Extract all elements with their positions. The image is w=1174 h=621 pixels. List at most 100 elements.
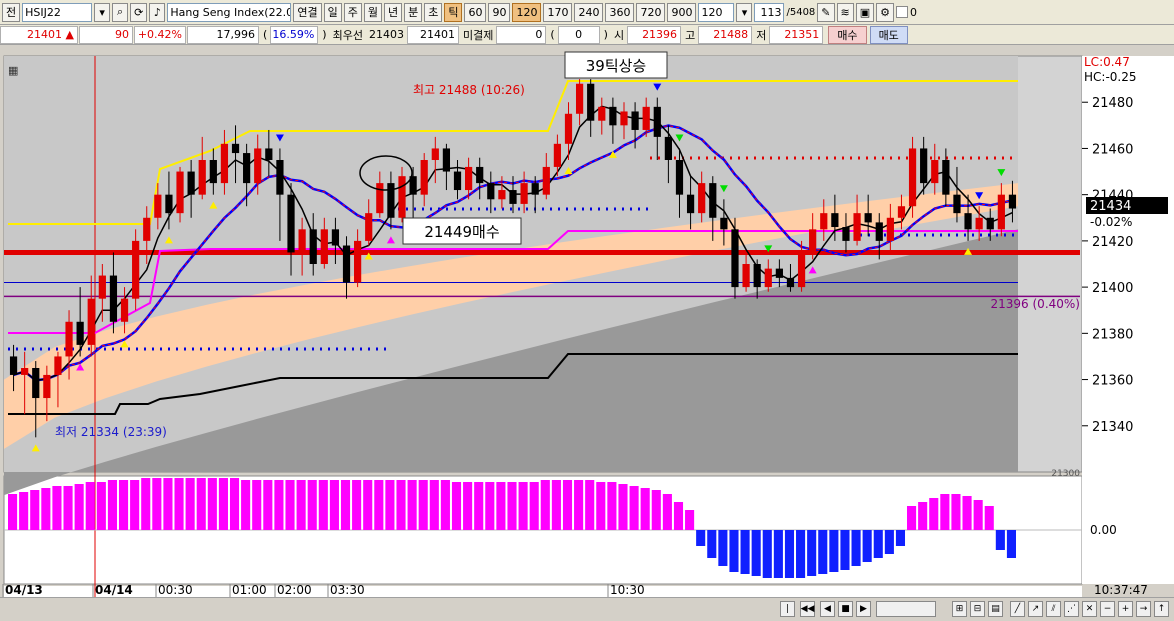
draw-channel-icon[interactable]: ⫽ [1046, 601, 1061, 617]
nav-scroll-bar[interactable] [876, 601, 936, 617]
symbol-input[interactable]: HSIJ22 [22, 2, 93, 22]
settings-icon[interactable]: ⚙ [876, 2, 895, 22]
nav-prev-page-icon[interactable]: ◀◀ [800, 601, 815, 617]
candle-body [32, 368, 40, 399]
candle-body [908, 148, 917, 207]
candle-body [864, 213, 872, 223]
tick-90[interactable]: 90 [488, 2, 511, 22]
candle-body [820, 213, 828, 230]
nav-prev-icon[interactable]: ◀ [820, 601, 835, 617]
candle-body [453, 171, 462, 191]
osc-bar [784, 530, 795, 578]
candle-body [786, 277, 795, 288]
candle-body [265, 148, 273, 160]
y-tick-label: 21420 [1092, 235, 1133, 250]
current-price-tag-text: 21434 [1090, 199, 1131, 214]
plus-icon[interactable]: + [1118, 601, 1133, 617]
osc-bar [74, 484, 84, 530]
candle-body [498, 190, 506, 200]
tick-120[interactable]: 120 [512, 2, 542, 22]
candle-body [298, 229, 306, 253]
period-button-0[interactable]: 연결 [293, 2, 322, 22]
period-button-2[interactable]: 주 [343, 2, 362, 22]
osc-bar [574, 480, 584, 530]
speaker-icon[interactable]: ♪ [149, 2, 166, 22]
candle-body [220, 143, 229, 184]
buy-button[interactable]: 매수 [828, 25, 867, 44]
up-arrow-icon: ▲ [65, 28, 74, 41]
tick-60[interactable]: 60 [464, 2, 487, 22]
osc-bar [518, 482, 528, 530]
period-button-1[interactable]: 일 [323, 2, 342, 22]
symbol-dropdown-icon[interactable]: ▾ [94, 2, 111, 22]
candle-body [809, 229, 817, 253]
save-icon[interactable]: ▣ [855, 2, 875, 22]
osc-bar [363, 480, 373, 530]
period-button-5[interactable]: 분 [404, 2, 423, 22]
period-button-4[interactable]: 년 [383, 2, 403, 22]
indicator-icon[interactable]: ≋ [836, 2, 854, 22]
period-button-6[interactable]: 초 [424, 2, 443, 22]
candle-body [309, 229, 317, 264]
tick-240[interactable]: 240 [574, 2, 604, 22]
refresh-icon[interactable]: ⟳ [130, 2, 148, 22]
period-dropdown-icon[interactable]: ▾ [736, 2, 753, 22]
high-label: 고 [685, 28, 696, 42]
tick-360[interactable]: 360 [605, 2, 635, 22]
nav-first-icon[interactable]: | [780, 601, 795, 617]
x-tick-label: 04/14 [95, 583, 133, 597]
arrow-up-icon[interactable]: ↑ [1154, 601, 1169, 617]
candle-body [753, 264, 761, 288]
osc-bar [485, 482, 495, 530]
y-tick-label: 21360 [1092, 374, 1133, 389]
candle-body [631, 111, 639, 130]
tick-900[interactable]: 900 [667, 2, 697, 22]
osc-bar [463, 482, 473, 530]
zoom-in-icon[interactable]: ⊞ [952, 601, 967, 617]
osc-bar [19, 492, 29, 530]
osc-bar [340, 480, 351, 530]
jeon-button[interactable]: 전 [2, 2, 21, 22]
change-value: 90 [79, 25, 133, 44]
nav-next-icon[interactable]: ▶ [856, 601, 871, 617]
draw-line-icon[interactable]: ╱ [1010, 601, 1025, 617]
osc-bar [629, 486, 639, 530]
osc-bar [940, 494, 950, 530]
draw-fan-icon[interactable]: ⋰ [1064, 601, 1079, 617]
paren-open: ( [263, 28, 268, 41]
period-button-3[interactable]: 월 [363, 2, 382, 22]
osc-bar [496, 482, 506, 530]
y-axis-panel [1082, 56, 1174, 584]
osc-bar [451, 482, 462, 530]
high-value: 21488 [698, 25, 753, 44]
arrow-right-icon[interactable]: → [1136, 601, 1151, 617]
nav-stop-icon[interactable]: ■ [838, 601, 853, 617]
sell-button[interactable]: 매도 [869, 25, 908, 44]
draw-ray-icon[interactable]: ↗ [1028, 601, 1043, 617]
panel-menu-icon[interactable]: ▦ [8, 64, 18, 77]
tick-170[interactable]: 170 [543, 2, 573, 22]
candle-body [231, 143, 240, 154]
tick-720[interactable]: 720 [636, 2, 666, 22]
osc-bar [907, 506, 917, 530]
chart-tool-icon[interactable]: ✎ [817, 2, 835, 22]
fit-icon[interactable]: ▤ [988, 601, 1003, 617]
search-icon[interactable]: ⌕ [112, 2, 129, 22]
osc-bar [884, 530, 894, 554]
count-input[interactable]: 113 [754, 2, 785, 22]
price-chart[interactable]: 2134021360213802140021420214402146021480… [0, 46, 1174, 597]
zero-checkbox[interactable] [896, 6, 909, 18]
zoom-out-icon[interactable]: ⊟ [970, 601, 985, 617]
index-name-field: Hang Seng Index(22.0 [167, 2, 292, 22]
candle-body [43, 374, 51, 399]
osc-bar [607, 482, 617, 530]
period-value-input[interactable]: 120 [698, 2, 735, 22]
low-value: 21351 [769, 25, 824, 44]
minus-icon[interactable]: − [1100, 601, 1115, 617]
osc-bar [385, 480, 395, 530]
period-button-7[interactable]: 틱 [444, 2, 463, 22]
draw-cross-icon[interactable]: ✕ [1082, 601, 1097, 617]
candle-body [831, 213, 839, 228]
candle-body [209, 160, 217, 184]
x-tick-label: 00:30 [158, 583, 193, 597]
